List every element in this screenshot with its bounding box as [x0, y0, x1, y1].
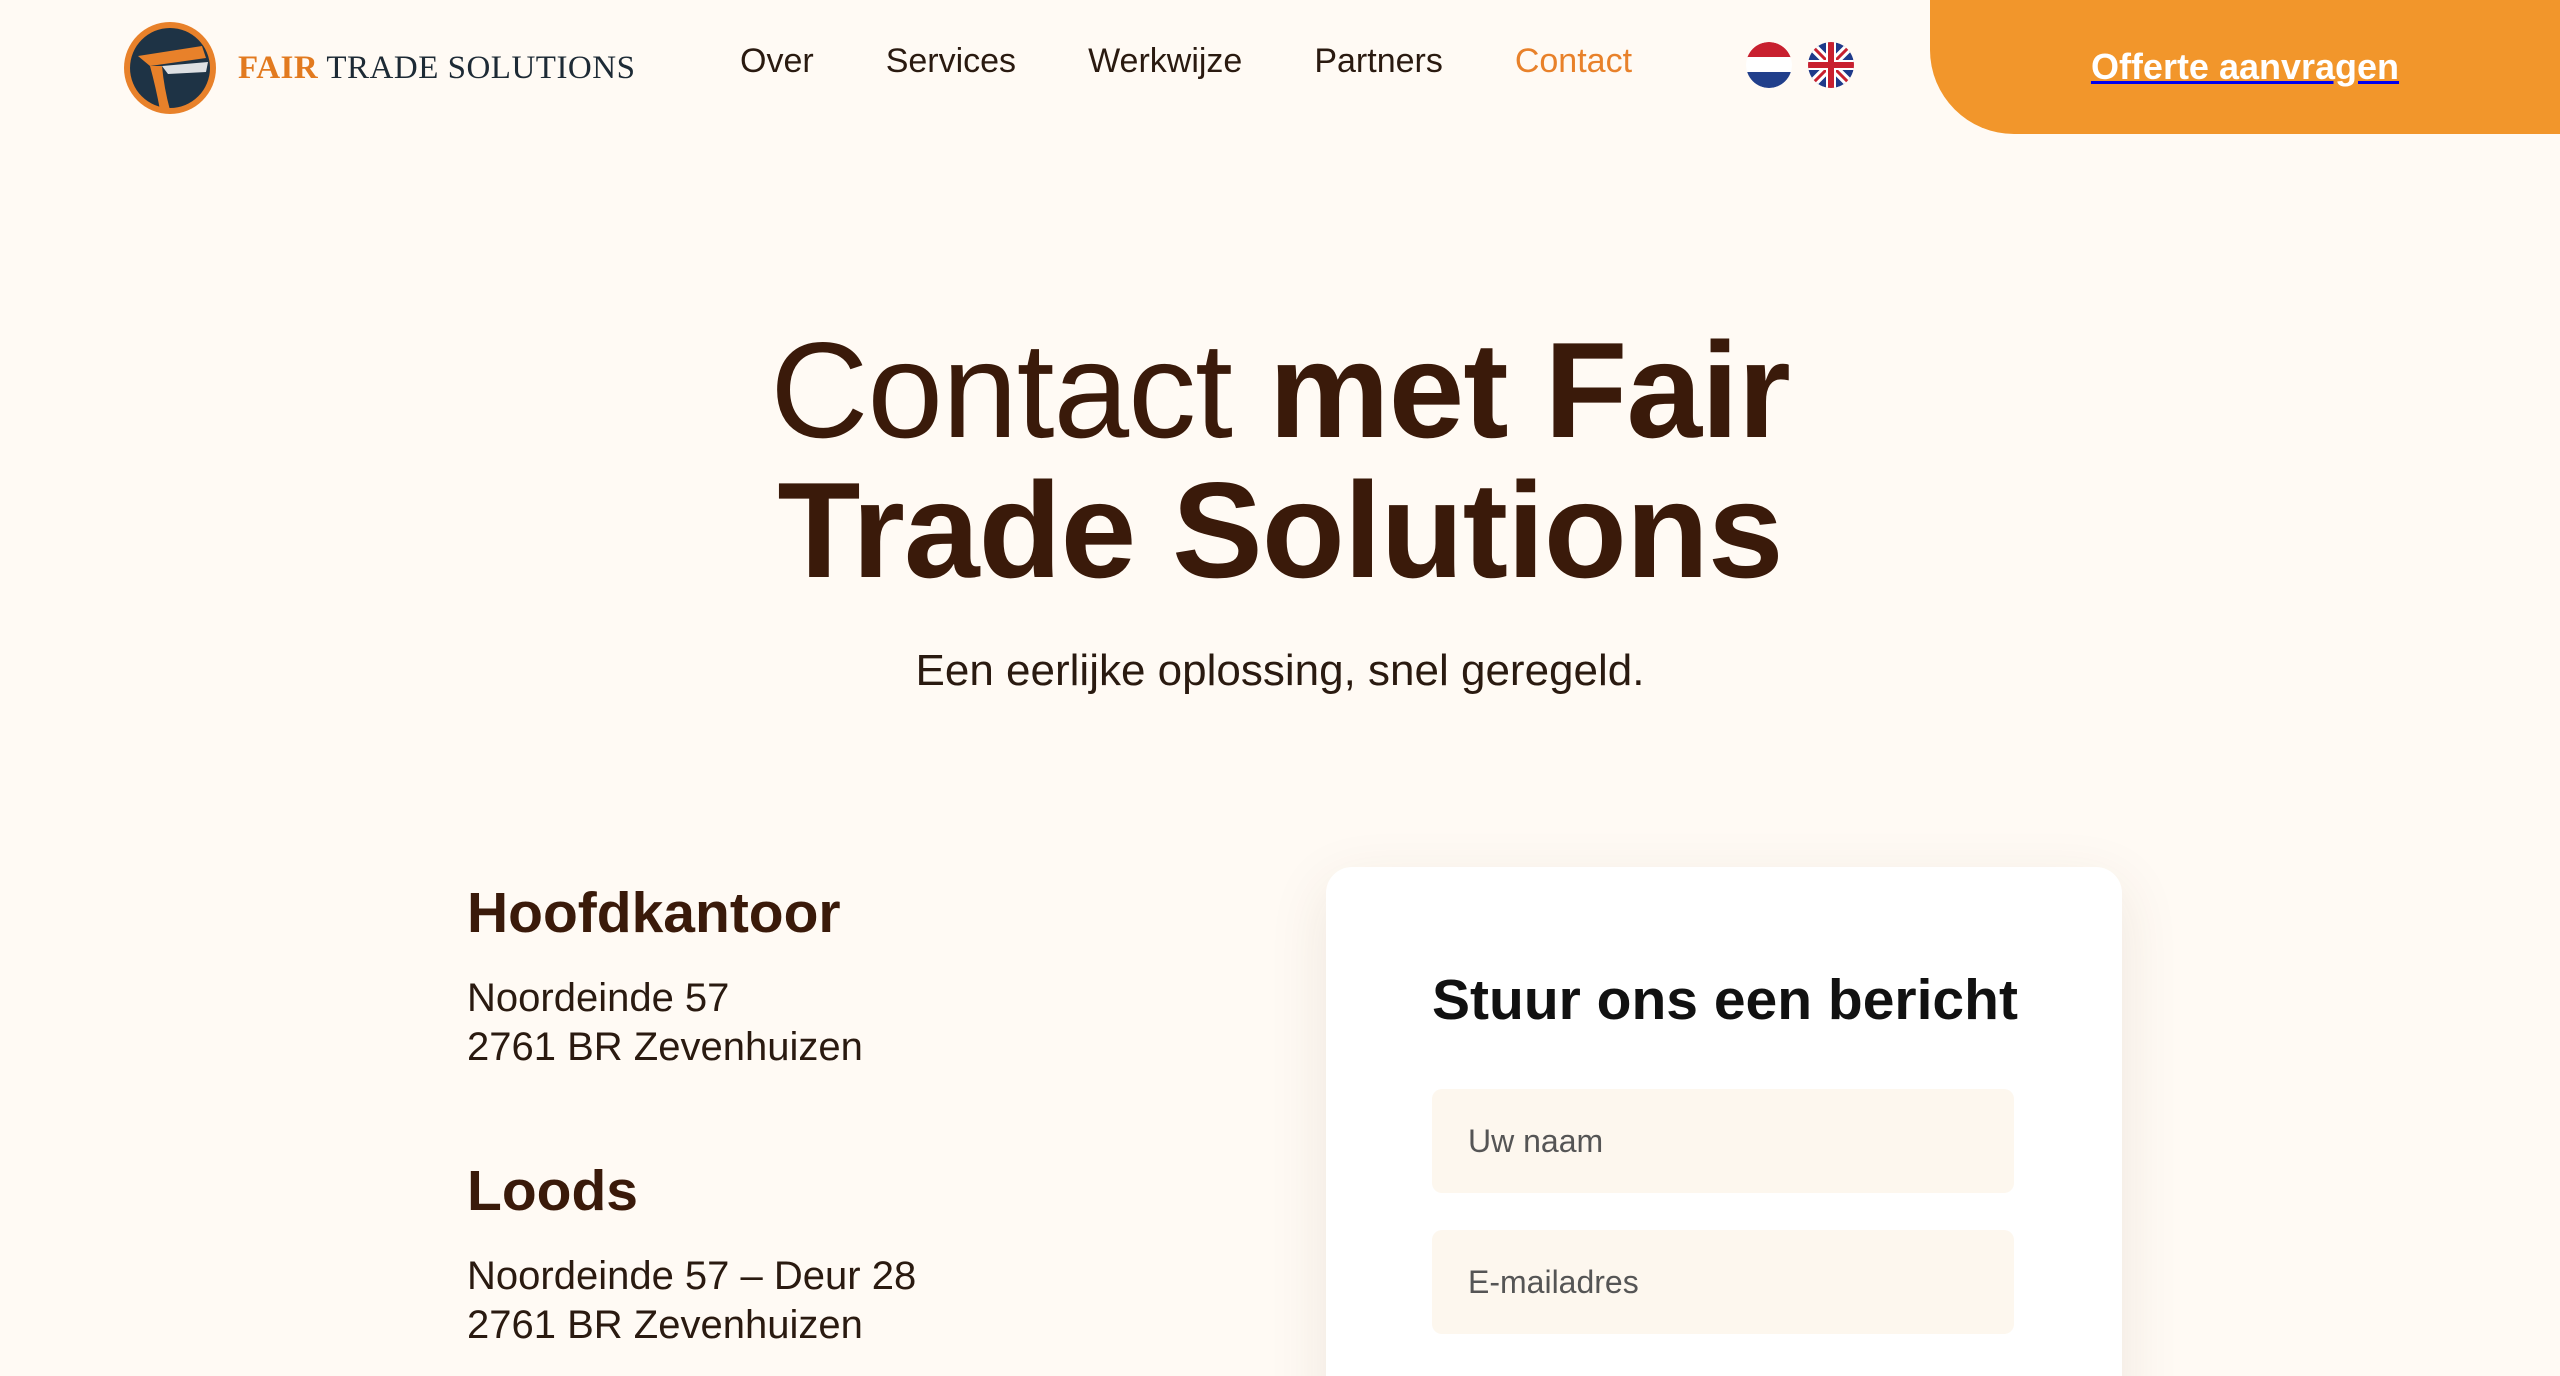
hero: Contact met Fair Trade Solutions Een eer… [0, 320, 2560, 696]
email-input[interactable] [1432, 1230, 2014, 1334]
site-header: FAIR TRADE SOLUTIONS Over Services Werkw… [0, 0, 2560, 140]
request-quote-button[interactable]: Offerte aanvragen [1930, 0, 2560, 134]
office-address-line1: Noordeinde 57 – Deur 28 [467, 1254, 917, 1298]
form-title: Stuur ons een bericht [1432, 968, 2018, 1032]
netherlands-flag-icon[interactable] [1746, 42, 1792, 88]
office-address-line2: 2761 BR Zevenhuizen [467, 1303, 863, 1347]
office-head: Hoofdkantoor Noordeinde 57 2761 BR Zeven… [467, 880, 863, 1072]
office-address-line2: 2761 BR Zevenhuizen [467, 1025, 863, 1069]
request-quote-label: Offerte aanvragen [2090, 46, 2400, 87]
logo-icon [124, 22, 216, 114]
nav-item-services[interactable]: Services [886, 42, 1016, 81]
title-light: Contact [770, 314, 1233, 466]
nav-item-over[interactable]: Over [740, 42, 814, 81]
office-title: Hoofdkantoor [467, 881, 841, 945]
office-title: Loods [467, 1159, 638, 1223]
name-input[interactable] [1432, 1089, 2014, 1193]
nav-item-partners[interactable]: Partners [1314, 42, 1443, 81]
language-switcher [1746, 42, 1854, 88]
main-nav: Over Services Werkwijze Partners Contact [740, 42, 1632, 81]
brand-logo[interactable]: FAIR TRADE SOLUTIONS [120, 18, 635, 118]
page-title: Contact met Fair Trade Solutions [0, 320, 2560, 600]
nav-item-werkwijze[interactable]: Werkwijze [1088, 42, 1242, 81]
page-subtitle: Een eerlijke oplossing, snel geregeld. [915, 646, 1645, 695]
title-bold-2: Trade Solutions [777, 454, 1783, 606]
uk-flag-icon[interactable] [1808, 42, 1854, 88]
logo-rest-text: TRADE SOLUTIONS [326, 49, 636, 86]
logo-wordmark: FAIR TRADE SOLUTIONS [238, 50, 635, 87]
office-address-line1: Noordeinde 57 [467, 976, 730, 1020]
office-warehouse: Loods Noordeinde 57 – Deur 28 2761 BR Ze… [467, 1158, 916, 1350]
nav-item-contact[interactable]: Contact [1515, 42, 1632, 81]
contact-form-card: Stuur ons een bericht [1326, 867, 2122, 1376]
title-bold-1: met Fair [1268, 314, 1791, 466]
logo-accent-text: FAIR [238, 49, 319, 86]
